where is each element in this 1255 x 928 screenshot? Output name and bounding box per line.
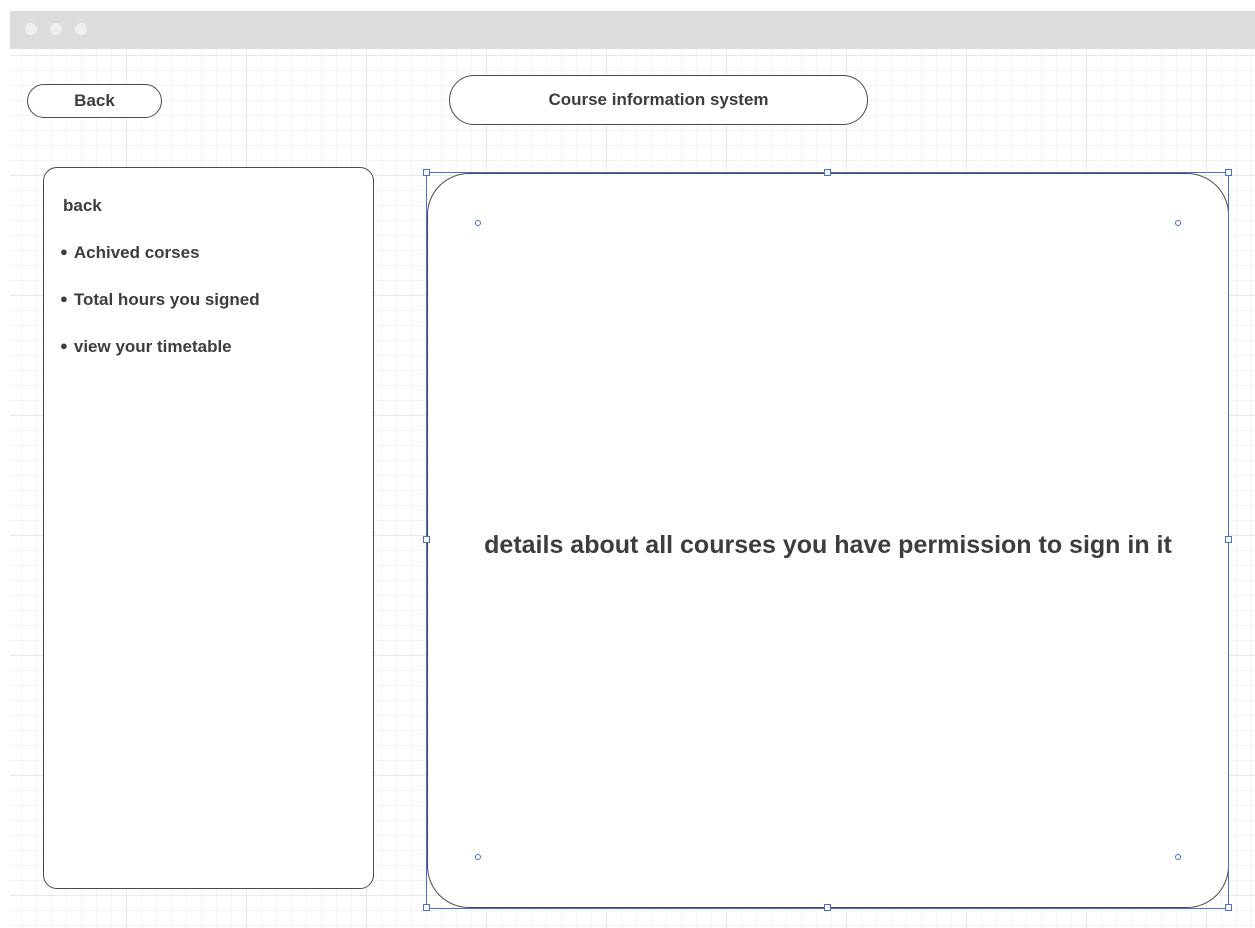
sidebar-item-label: Total hours you signed [73,290,260,309]
details-text: details about all courses you have permi… [484,531,1172,559]
page-title: Course information system [449,75,868,125]
window-titlebar [10,11,1255,49]
resize-handle-top-left[interactable] [423,169,430,176]
sidebar-item-achived-corses[interactable]: ● Achived corses [60,243,200,263]
bullet-icon: ● [60,291,68,306]
back-button[interactable]: Back [27,84,162,118]
maximize-dot-icon[interactable] [75,23,87,35]
bullet-icon: ● [60,338,68,353]
resize-handle-bottom-right[interactable] [1225,904,1232,911]
radius-handle-bottom-right[interactable] [1175,854,1181,860]
radius-handle-top-left[interactable] [475,220,481,226]
radius-handle-top-right[interactable] [1175,220,1181,226]
resize-handle-top[interactable] [824,169,831,176]
sidebar-item-timetable[interactable]: ● view your timetable [60,337,232,357]
minimize-dot-icon[interactable] [50,23,62,35]
bullet-icon: ● [60,244,68,259]
resize-handle-top-right[interactable] [1225,169,1232,176]
resize-handle-right[interactable] [1225,536,1232,543]
sidebar-item-label: view your timetable [73,337,232,356]
sidebar-back-link[interactable]: back [63,196,102,216]
sidebar-item-label: Achived corses [73,243,200,262]
radius-handle-bottom-left[interactable] [475,854,481,860]
app-window: Back Course information system back ● Ach… [10,11,1255,928]
resize-handle-bottom-left[interactable] [423,904,430,911]
sidebar-panel: back ● Achived corses ● Total hours you si… [43,167,374,889]
resize-handle-left[interactable] [423,536,430,543]
sidebar-item-total-hours[interactable]: ● Total hours you signed [60,290,260,310]
course-details-panel[interactable]: details about all courses you have permi… [427,173,1229,908]
wireframe-canvas: Back Course information system back ● Ach… [10,49,1255,928]
close-dot-icon[interactable] [25,23,37,35]
resize-handle-bottom[interactable] [824,904,831,911]
